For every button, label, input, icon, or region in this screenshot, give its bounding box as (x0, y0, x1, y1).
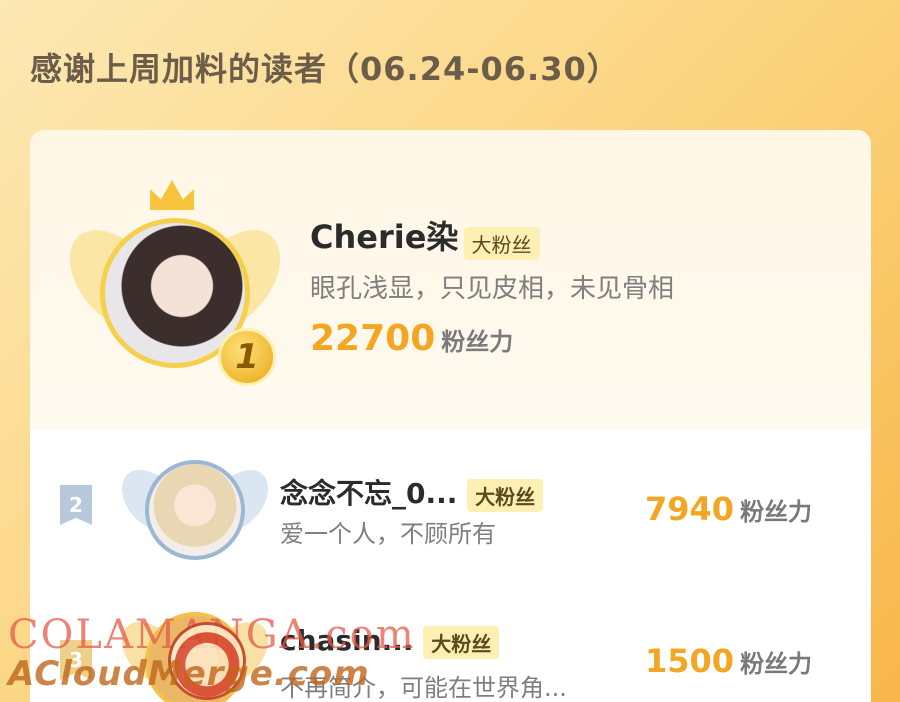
fan-level-badge: 大粉丝 (467, 478, 544, 512)
user-name[interactable]: 念念不忘_0... (280, 477, 457, 510)
avatar[interactable] (145, 612, 245, 702)
score-value: 7940 (645, 490, 735, 528)
score-unit: 粉丝力 (740, 498, 813, 526)
fan-power-score: 22700 粉丝力 (310, 318, 513, 359)
score-unit: 粉丝力 (441, 328, 514, 356)
user-bio: 爱一个人，不顾所有 (280, 520, 496, 548)
rank-1-name-line: Cherie染 大粉丝 (310, 212, 540, 260)
rank-1-medal-icon: 1 (218, 328, 276, 386)
fan-power-score: 1500 粉丝力 (645, 642, 812, 680)
rank-3-badge-icon: 3 (60, 640, 92, 680)
rank-3-name-line: chasin... 大粉丝 (280, 624, 500, 659)
rank-1-row[interactable]: 1 Cherie染 大粉丝 眼孔浅显，只见皮相，未见骨相 22700 粉丝力 (30, 130, 871, 430)
score-value: 22700 (310, 318, 436, 359)
user-bio: 眼孔浅显，只见皮相，未见骨相 (310, 274, 675, 304)
rank-1-avatar-frame: 1 (70, 180, 280, 386)
user-name[interactable]: Cherie染 (310, 218, 458, 256)
fan-level-badge: 大粉丝 (423, 625, 500, 659)
score-unit: 粉丝力 (740, 650, 813, 678)
score-value: 1500 (645, 642, 735, 680)
avatar[interactable] (145, 460, 245, 560)
fan-level-badge: 大粉丝 (463, 227, 540, 260)
user-bio: 不再简介，可能在世界角... (280, 674, 567, 702)
crown-icon (150, 180, 194, 210)
rank-2-name-line: 念念不忘_0... 大粉丝 (280, 472, 544, 512)
page-title: 感谢上周加料的读者（06.24-06.30） (30, 50, 620, 88)
rank-3-row[interactable]: 3 chasin... 大粉丝 不再简介，可能在世界角... 1500 粉丝力 (30, 580, 871, 702)
user-name[interactable]: chasin... (280, 624, 414, 657)
rank-2-row[interactable]: 2 念念不忘_0... 大粉丝 爱一个人，不顾所有 7940 粉丝力 (30, 430, 871, 580)
reader-ranking-card: 1 Cherie染 大粉丝 眼孔浅显，只见皮相，未见骨相 22700 粉丝力 2 … (30, 130, 871, 702)
fan-power-score: 7940 粉丝力 (645, 490, 812, 528)
rank-2-badge-icon: 2 (60, 485, 92, 525)
